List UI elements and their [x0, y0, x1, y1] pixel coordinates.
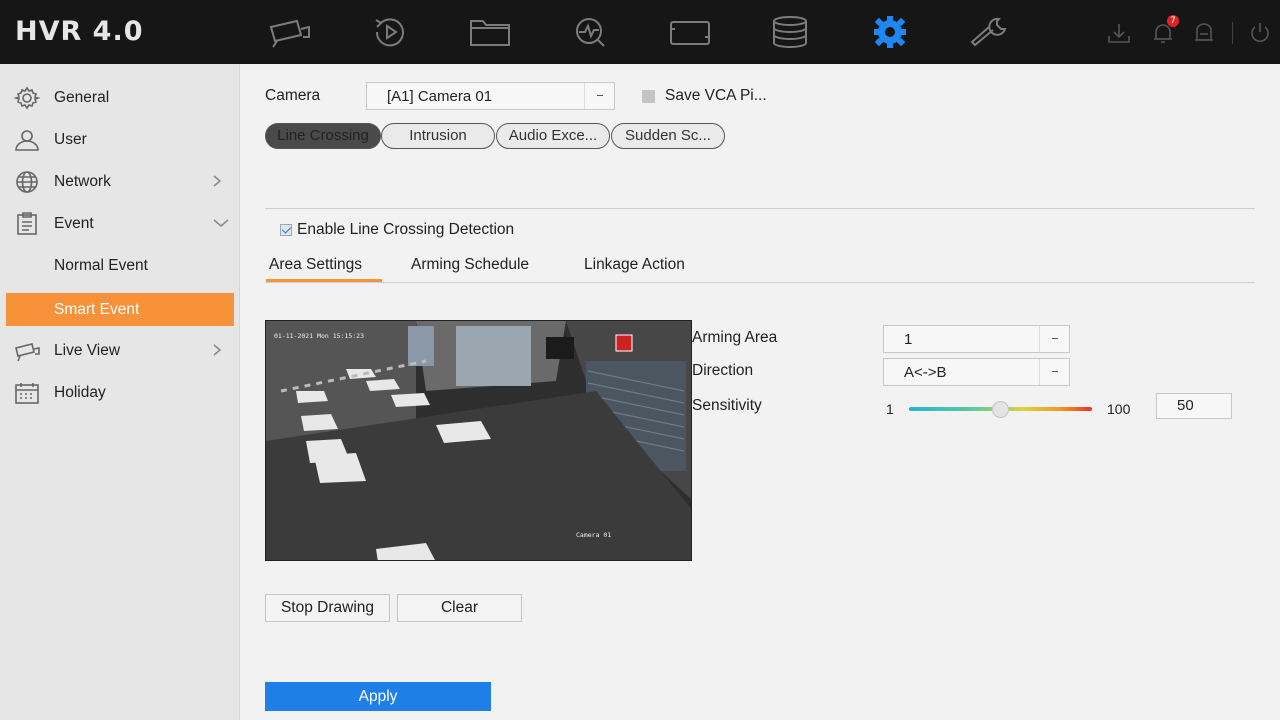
chevron-right-icon — [213, 344, 222, 356]
tab-arming-schedule[interactable]: Arming Schedule — [411, 256, 529, 274]
sensitivity-input[interactable]: 50 — [1156, 393, 1232, 419]
sensitivity-max-label: 100 — [1107, 401, 1131, 417]
tab-linkage-action[interactable]: Linkage Action — [584, 256, 685, 274]
camera-select[interactable]: [A1] Camera 01 — [366, 82, 615, 110]
nav-file-management[interactable] — [465, 12, 515, 52]
camera-frame-icon — [670, 21, 710, 45]
nav-live-view[interactable] — [265, 12, 315, 52]
tab-sudden-scene-change[interactable]: Sudden Sc... — [611, 123, 725, 149]
preview-timestamp: 01-11-2021 Mon 15:15:23 — [274, 332, 364, 340]
sidebar-item-label: User — [54, 131, 87, 148]
sidebar-item-label: Network — [54, 173, 111, 190]
dropdown-arrow-icon — [1039, 359, 1069, 385]
direction-value: A<->B — [904, 364, 947, 381]
sidebar-item-label: Live View — [54, 342, 121, 359]
sidebar: General User Network Event Normal Event … — [0, 64, 240, 720]
tab-area-settings[interactable]: Area Settings — [269, 256, 362, 274]
sidebar-item-smart-event[interactable]: Smart Event — [6, 293, 234, 326]
apply-button[interactable]: Apply — [265, 682, 491, 711]
user-lock-icon — [1195, 23, 1213, 41]
main-content: Camera [A1] Camera 01 Save VCA Pi... Lin… — [240, 64, 1280, 720]
tabs-divider — [265, 282, 1255, 283]
direction-select[interactable]: A<->B — [883, 358, 1070, 386]
tab-intrusion[interactable]: Intrusion — [381, 123, 495, 149]
sidebar-item-label: Normal Event — [54, 257, 148, 274]
chevron-down-icon — [213, 219, 229, 227]
camera-scene-image: 01-11-2021 Mon 15:15:23 Camera 01 — [266, 321, 691, 560]
enable-line-crossing-checkbox[interactable] — [280, 224, 292, 236]
gear-icon — [874, 16, 906, 48]
direction-label: Direction — [692, 362, 754, 379]
camera-preview[interactable]: 01-11-2021 Mon 15:15:23 Camera 01 — [265, 320, 692, 561]
preview-camera-name: Camera 01 — [576, 531, 611, 539]
sidebar-item-label: Event — [54, 215, 94, 232]
download-icon — [1108, 24, 1130, 43]
sidebar-item-user[interactable]: User — [0, 121, 240, 159]
gear-icon — [12, 85, 42, 111]
sidebar-item-general[interactable]: General — [0, 79, 240, 117]
enable-line-crossing-label: Enable Line Crossing Detection — [297, 221, 515, 238]
sensitivity-min-label: 1 — [886, 401, 894, 417]
folder-icon — [470, 20, 510, 46]
globe-icon — [12, 169, 42, 195]
nav-playback[interactable] — [365, 12, 415, 52]
alarm-count-badge: 7 — [1167, 15, 1179, 27]
wrench-icon — [970, 17, 1007, 47]
stop-drawing-button[interactable]: Stop Drawing — [265, 594, 390, 622]
power-icon — [1251, 23, 1269, 42]
arming-area-label: Arming Area — [692, 329, 778, 346]
top-navigation-bar: HVR 4.0 7 — [0, 0, 1280, 64]
sidebar-item-event[interactable]: Event — [0, 205, 240, 243]
sidebar-item-label: Holiday — [54, 384, 106, 401]
sidebar-item-normal-event[interactable]: Normal Event — [0, 247, 240, 285]
nav-storage[interactable] — [765, 12, 815, 52]
user-lock-button[interactable] — [1191, 20, 1217, 46]
playback-icon — [375, 18, 404, 47]
clear-button[interactable]: Clear — [397, 594, 522, 622]
chevron-right-icon — [213, 175, 222, 187]
sidebar-item-holiday[interactable]: Holiday — [0, 374, 240, 412]
sensitivity-label: Sensitivity — [692, 397, 762, 414]
sensitivity-slider-handle[interactable] — [992, 401, 1009, 418]
download-button[interactable] — [1106, 20, 1132, 46]
sidebar-item-label: General — [54, 89, 110, 106]
app-logo: HVR 4.0 — [15, 16, 144, 47]
arming-area-select[interactable]: 1 — [883, 325, 1070, 353]
tab-line-crossing[interactable]: Line Crossing — [265, 123, 381, 149]
tab-audio-exception[interactable]: Audio Exce... — [496, 123, 610, 149]
alarm-button[interactable]: 7 — [1150, 15, 1179, 46]
save-vca-picture-label: Save VCA Pi... — [665, 87, 767, 104]
camera-icon — [12, 338, 42, 364]
section-divider — [265, 208, 1255, 209]
save-vca-picture-checkbox[interactable] — [642, 90, 655, 103]
event-list-icon — [12, 211, 42, 237]
calendar-icon — [12, 380, 42, 406]
nav-camera-management[interactable] — [665, 12, 715, 52]
power-button[interactable] — [1247, 20, 1273, 46]
nav-configuration[interactable] — [865, 12, 915, 52]
sidebar-item-network[interactable]: Network — [0, 163, 240, 201]
camera-select-value: [A1] Camera 01 — [387, 88, 493, 105]
nav-maintenance[interactable] — [965, 12, 1015, 52]
camera-label: Camera — [265, 87, 321, 104]
user-icon — [12, 127, 42, 153]
dropdown-arrow-icon — [1039, 326, 1069, 352]
dropdown-arrow-icon — [584, 83, 614, 109]
sidebar-item-live-view[interactable]: Live View — [0, 332, 240, 370]
nav-smart-analysis[interactable] — [565, 12, 615, 52]
analysis-icon — [576, 18, 605, 47]
camera-icon — [269, 19, 310, 48]
arming-area-value: 1 — [904, 331, 913, 348]
toolbar-divider — [1232, 22, 1233, 44]
sidebar-item-label: Smart Event — [54, 301, 140, 318]
database-icon — [773, 16, 807, 48]
